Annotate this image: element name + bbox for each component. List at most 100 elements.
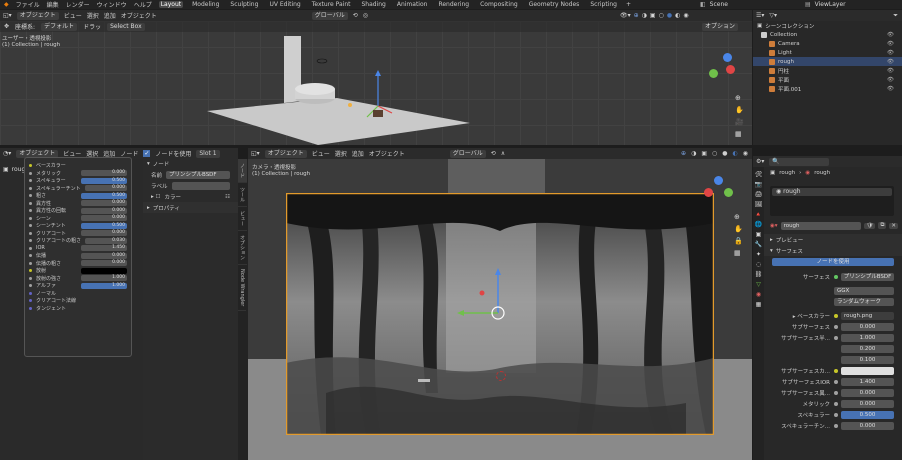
color-expand-icon[interactable]: ▸ ☐ [151,194,160,200]
preview-panel-header[interactable]: ▸ プレビュー [764,234,902,245]
camera-xray-icon[interactable]: ▣ [701,150,707,157]
mode-dropdown[interactable]: オブジェクト [16,11,59,20]
visibility-eye-icon[interactable]: 👁 [887,32,894,38]
menu-window[interactable]: ウィンドウ [97,0,127,9]
camera-menu-view[interactable]: ビュー [312,149,330,158]
wireframe-shading-icon[interactable]: ○ [659,12,664,19]
filter-icon[interactable]: ▽▾ [769,12,777,19]
popup-socket-value[interactable]: 1.450 [81,245,127,252]
node-sidebar-tab-2[interactable]: ビュー [238,207,247,231]
popup-socket-row[interactable]: クリアコートの粗さ 0.030 [25,237,131,245]
workspace-tab-geometry-nodes[interactable]: Geometry Nodes [527,1,582,8]
node-socket-popup[interactable]: ベースカラー メタリック 0.000 スペキュラー 0.500 スペキュラーチント 0.00… [24,157,132,357]
nav-gizmo-x[interactable] [726,65,735,74]
viewport-top[interactable]: ✥ 座標系: デフォルト ドラッ Select Box オプション ユーザー・透… [0,21,752,145]
visibility-eye-icon[interactable]: 👁 [887,68,894,74]
property-value-field[interactable] [841,366,894,375]
scene-tab-icon[interactable]: 🔺 [755,211,762,218]
visibility-eye-icon[interactable]: 👁 [887,59,894,65]
menu-object[interactable]: オブジェクト [121,11,157,20]
popup-socket-row[interactable]: シーン 0.000 [25,215,131,223]
menu-add[interactable]: 追加 [104,11,116,20]
property-value-field[interactable]: 0.000 [841,322,894,331]
material-tab-icon[interactable]: ◉ [756,291,761,298]
add-workspace-icon[interactable]: + [626,1,631,8]
use-nodes-checkbox[interactable]: ✓ [143,150,151,157]
node-color-row[interactable]: ▸ ☐ カラー ☷ [143,191,238,202]
node-sidebar-tab-3[interactable]: オプション [238,231,247,265]
outliner-item-0[interactable]: Collection 👁 [753,30,902,39]
camera-snap-icon[interactable]: ⟲ [491,150,496,157]
property-value-field[interactable]: 0.000 [841,421,894,430]
camera-view-icon[interactable]: 🎥 [735,118,744,126]
popup-socket-row[interactable]: IOR 1.450 [25,245,131,253]
slot-dropdown[interactable]: Slot 1 [196,149,220,158]
popup-socket-row[interactable]: 放射 [25,267,131,275]
property-value-field[interactable]: 0.000 [841,388,894,397]
popup-socket-value[interactable]: 0.000 [81,230,127,237]
node-sidebar-tab-4[interactable]: Node Wrangler [238,265,246,312]
outliner-item-6[interactable]: 平面.001 👁 [753,84,902,93]
solid-shading-icon[interactable]: ● [667,12,672,19]
editor-type-icon[interactable]: ◱▾ [3,12,12,19]
modifier-tab-icon[interactable]: 🔧 [755,241,762,248]
menu-help[interactable]: ヘルプ [134,0,152,9]
material-slot-item[interactable]: ◉ rough [772,188,892,196]
node-sidebar-tab-0[interactable]: ノード [238,159,247,183]
color-presets-icon[interactable]: ☷ [225,194,230,200]
world-tab-icon[interactable]: 🌐 [755,221,762,228]
node-sidebar-tab-1[interactable]: ツール [238,183,247,207]
popup-socket-row[interactable]: シーンチント 0.500 [25,222,131,230]
node-editor-type-icon[interactable]: ◔▾ [3,150,11,157]
material-shading-icon[interactable]: ◐ [675,12,680,19]
workspace-tab-compositing[interactable]: Compositing [478,1,520,8]
properties-search-input[interactable]: 🔍 [769,157,830,166]
camera-material-icon[interactable]: ◐ [733,150,738,157]
proportional-edit-icon[interactable]: ◎ [363,12,368,19]
camera-transform-gizmo[interactable] [448,255,518,325]
camera-nav-gizmo-y[interactable] [724,188,733,197]
camera-solid-icon[interactable]: ● [722,150,727,157]
outliner-item-1[interactable]: Camera 👁 [753,39,902,48]
camera-viewport[interactable]: カメラ・透視投影 (1) Collection | rough ⊕ ✋ 🔒 ▦ [248,159,752,460]
camera-rendered-icon[interactable]: ◉ [743,150,748,157]
view-layer-name[interactable]: ViewLayer [815,1,846,8]
visibility-eye-icon[interactable]: 👁 [887,50,894,56]
popup-socket-row[interactable]: スペキュラー 0.500 [25,177,131,185]
overlay-toggle-icon[interactable]: ◑ [642,12,647,19]
tool-tab-icon[interactable]: 🛠 [755,171,763,178]
camera-grid-icon[interactable]: ▦ [734,249,743,257]
camera-nav-gizmo-z[interactable] [714,176,723,185]
outliner-item-3[interactable]: rough 👁 [753,57,902,66]
menu-file[interactable]: ファイル [16,0,40,9]
visibility-eye-icon[interactable]: 👁 [887,77,894,83]
node-name-field[interactable]: プリンシプルBSDF [166,170,230,179]
workspace-tab-texture-paint[interactable]: Texture Paint [310,1,353,8]
menu-view[interactable]: ビュー [64,11,82,20]
camera-menu-object[interactable]: オブジェクト [369,149,405,158]
camera-overlay-icon[interactable]: ◑ [691,150,696,157]
camera-lock-icon[interactable]: 🔒 [734,237,743,245]
texture-tab-icon[interactable]: ▦ [756,301,762,308]
popup-socket-value[interactable]: 1.000 [81,282,127,289]
navigation-gizmo[interactable] [705,51,735,81]
popup-socket-value[interactable]: 0.500 [81,222,127,229]
nav-gizmo-z[interactable] [723,53,732,62]
camera-nav-gizmo-x[interactable] [704,188,713,197]
popup-socket-row[interactable]: アルファ 1.000 [25,282,131,290]
material-slot-list[interactable]: ◉ rough [770,186,894,216]
popup-socket-value[interactable]: 0.000 [81,200,127,207]
render-tab-icon[interactable]: 📷 [755,181,762,188]
workspace-tab-uv-editing[interactable]: UV Editing [267,1,302,8]
node-label-field[interactable] [171,181,230,190]
outliner-scene-collection[interactable]: ▣ シーンコレクション [753,21,902,30]
property-value-field[interactable]: 0.100 [841,355,894,364]
snap-icon[interactable]: ⟲ [353,12,358,19]
popup-socket-row[interactable]: メタリック 0.000 [25,170,131,178]
camera-mode-dropdown[interactable]: オブジェクト [264,149,307,158]
visibility-eye-icon[interactable]: 👁 [887,86,894,92]
property-value-field[interactable]: 0.000 [841,399,894,408]
outliner-editor-icon[interactable]: ☰▾ [756,12,764,19]
object-tab-icon[interactable]: ▣ [756,231,762,238]
workspace-tab-scripting[interactable]: Scripting [588,1,619,8]
